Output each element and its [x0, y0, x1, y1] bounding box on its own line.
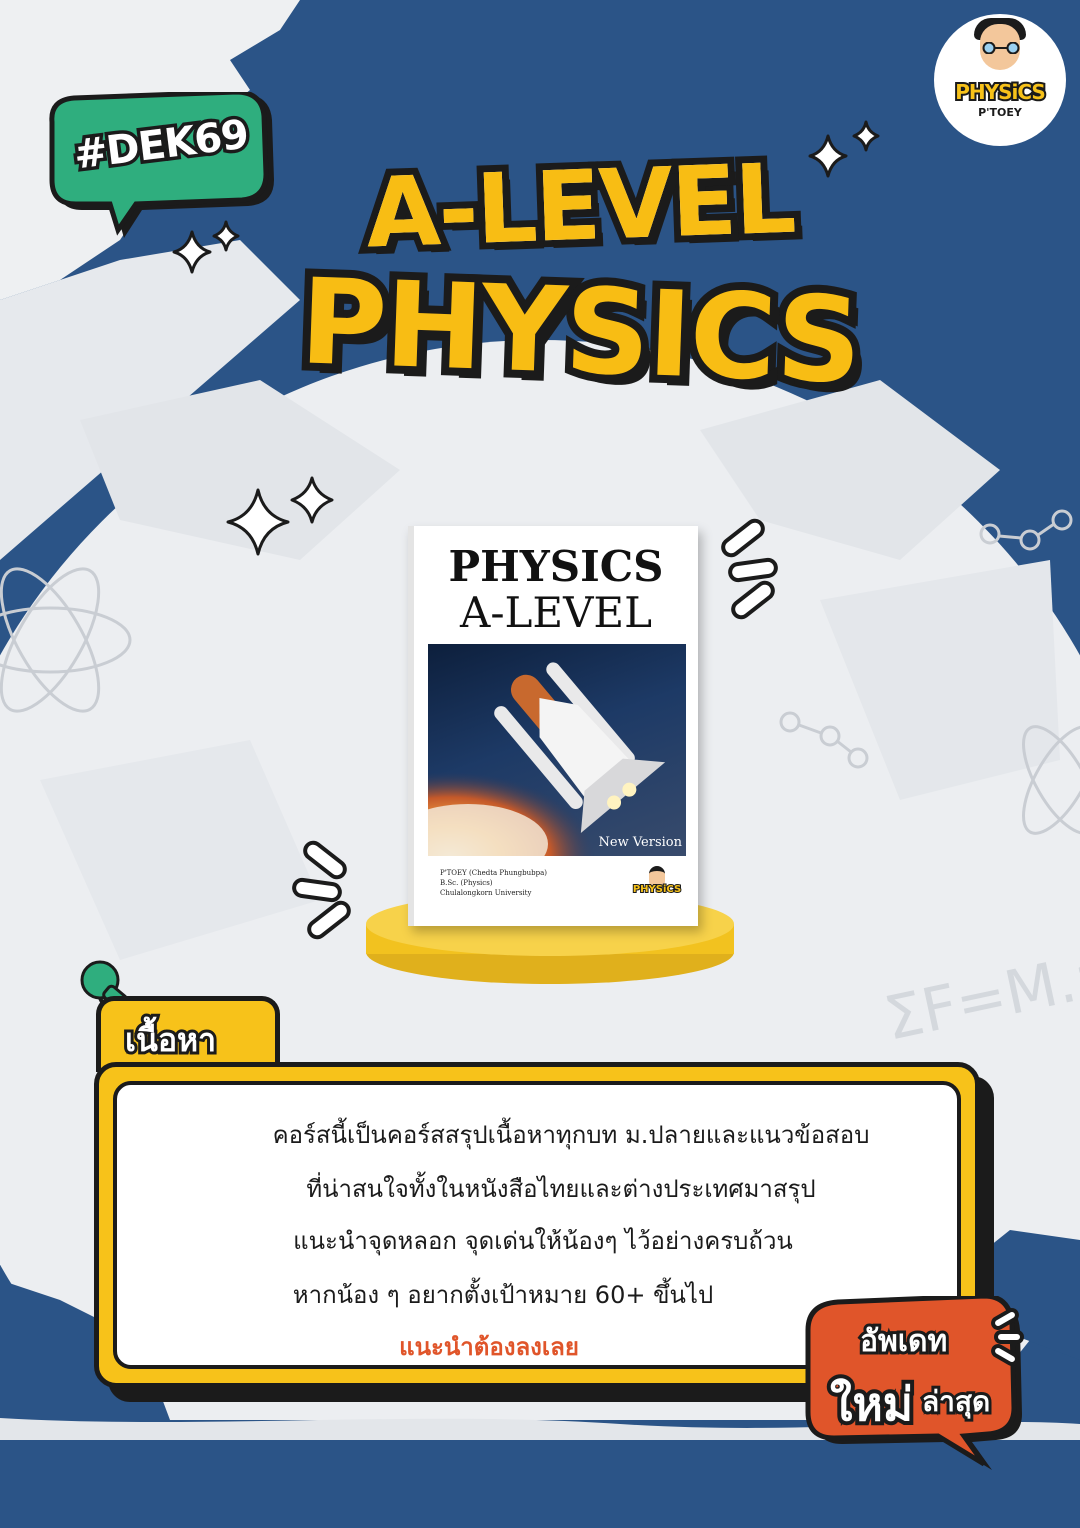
- book-author: P'TOEY (Chedta Phungbubpa) B.Sc. (Physic…: [440, 868, 547, 898]
- book-title-line1: PHYSICS: [448, 542, 664, 591]
- glasses-icon: [982, 42, 1020, 54]
- book-cover-image: New Version: [428, 644, 686, 856]
- section-tab-label: เนื้อหา: [122, 1018, 219, 1062]
- content-line: ที่น่าสนใจทั้งในหนังสือไทยและต่างประเทศม…: [306, 1175, 816, 1203]
- content-line: คอร์สนี้เป็นคอร์สสรุปเนื้อหาทุกบท ม.ปลาย…: [272, 1121, 870, 1149]
- book-author-line: B.Sc. (Physics): [440, 879, 493, 887]
- content-line: แนะนำจุดหลอก จุดเด่นให้น้องๆ ไว้อย่างครบ…: [293, 1227, 793, 1255]
- logo-sub-text: P'TOEY: [978, 106, 1022, 119]
- brand-logo: PHYSiCS P'TOEY: [934, 14, 1066, 146]
- headline-line2: PHYSICS: [290, 244, 870, 417]
- update-text-latest: ล่าสุด: [919, 1382, 993, 1421]
- section-tab: เนื้อหา: [96, 996, 280, 1072]
- book-cover: PHYSICS A-LEVEL New Version P'TOEY (Ched…: [408, 526, 698, 926]
- book-logo: PHYSiCS: [632, 864, 682, 906]
- book-version: New Version: [598, 835, 682, 850]
- logo-brand-text: PHYSiCS: [953, 78, 1048, 106]
- book-author-line: P'TOEY (Chedta Phungbubpa): [440, 869, 547, 877]
- book-logo-text: PHYSiCS: [632, 883, 682, 896]
- book-title-line2: A-LEVEL: [460, 588, 652, 637]
- content-highlight: แนะนำต้องลงเลย: [399, 1333, 579, 1361]
- book-author-line: Chulalongkorn University: [440, 889, 532, 897]
- update-text-new: ใหม่: [826, 1373, 917, 1435]
- update-text-line1: อัพเดท: [857, 1321, 950, 1362]
- space-shuttle-illustration: [428, 662, 666, 856]
